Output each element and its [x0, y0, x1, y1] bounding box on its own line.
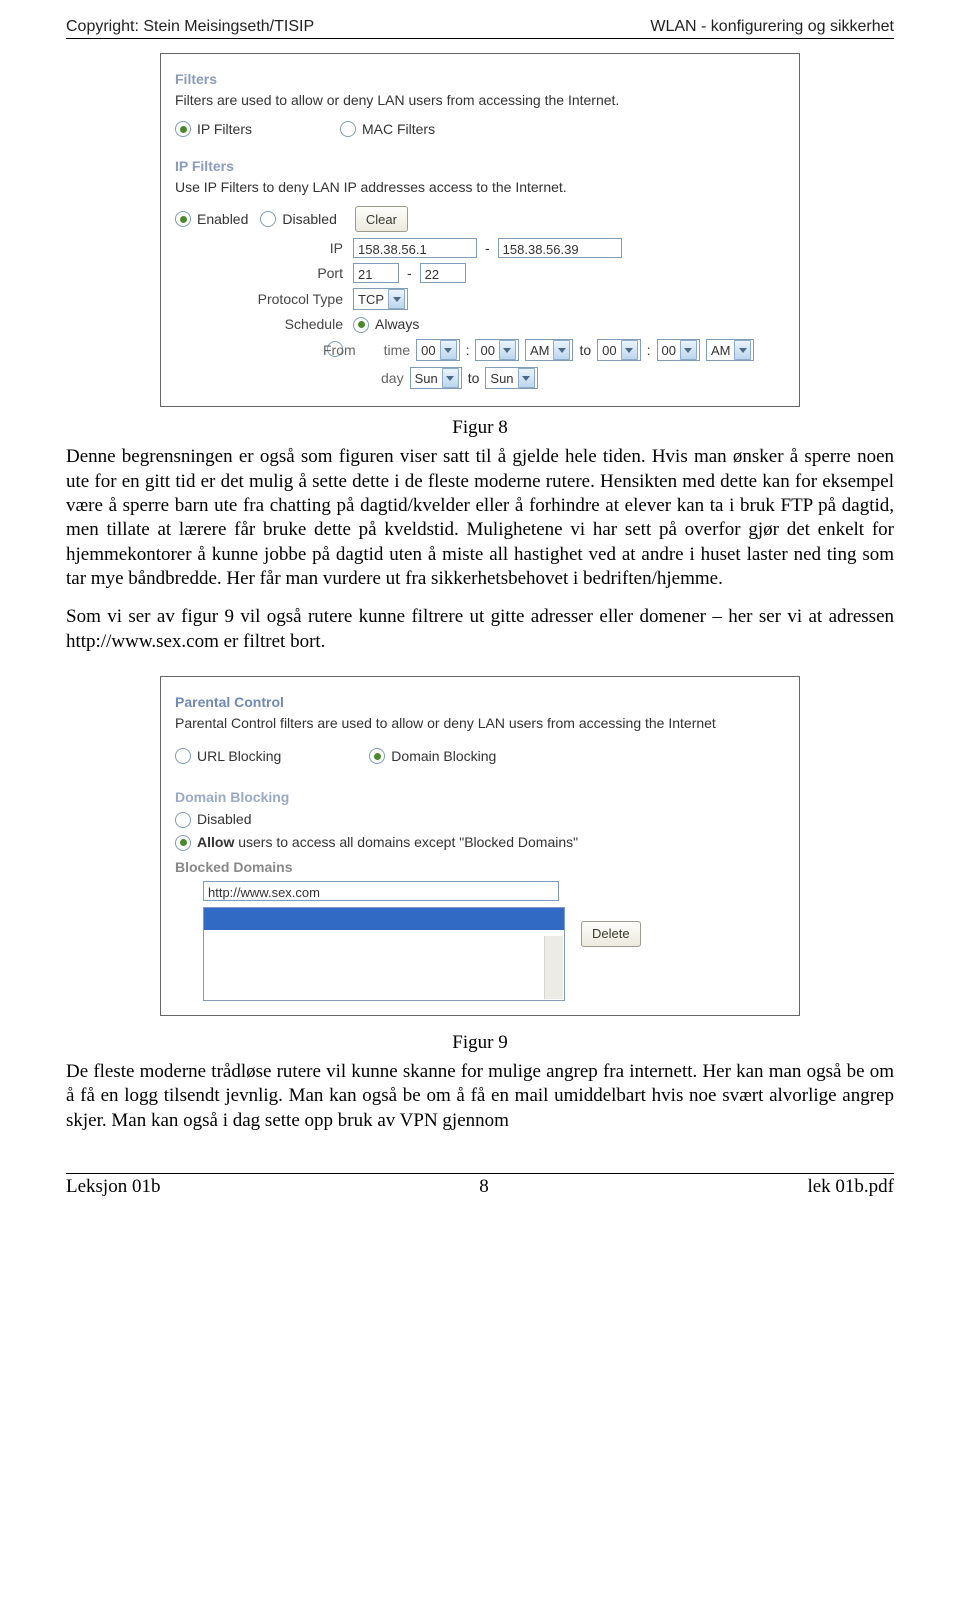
ip-to-input[interactable]: 158.38.56.39 — [498, 238, 622, 258]
always-radio[interactable]: Always — [353, 315, 419, 334]
filters-panel: Filters Filters are used to allow or den… — [160, 53, 800, 407]
time-h1-select[interactable]: 00 — [416, 339, 459, 361]
time-label: time — [384, 341, 410, 360]
radio-icon — [175, 121, 191, 137]
chevron-down-icon — [680, 340, 697, 360]
radio-icon — [175, 211, 191, 227]
to-label: to — [579, 341, 591, 360]
parental-title: Parental Control — [175, 693, 797, 712]
protocol-select[interactable]: TCP — [353, 288, 408, 310]
always-label: Always — [375, 315, 419, 334]
port-from-input[interactable]: 21 — [353, 263, 399, 283]
radio-icon — [369, 748, 385, 764]
db-disabled-label: Disabled — [197, 810, 251, 829]
ip-filters-radio[interactable]: IP Filters — [175, 120, 252, 139]
figure9-caption: Figur 9 — [66, 1032, 894, 1054]
header-left: Copyright: Stein Meisingseth/TISIP — [66, 18, 314, 36]
paragraph-1: Denne begrensningen er også som figuren … — [66, 445, 894, 591]
domain-blocking-label: Domain Blocking — [391, 747, 496, 766]
disabled-radio[interactable]: Disabled — [260, 210, 336, 229]
chevron-down-icon — [518, 368, 535, 388]
url-blocking-label: URL Blocking — [197, 747, 281, 766]
radio-icon — [340, 121, 356, 137]
allow-bold: Allow — [197, 834, 234, 850]
parental-desc: Parental Control filters are used to all… — [175, 714, 797, 733]
dash: - — [485, 239, 490, 258]
footer-left: Leksjon 01b — [66, 1176, 160, 1198]
footer-right: lek 01b.pdf — [807, 1176, 894, 1198]
chevron-down-icon — [499, 340, 516, 360]
protocol-label: Protocol Type — [175, 290, 353, 309]
enabled-radio[interactable]: Enabled — [175, 210, 248, 229]
chevron-down-icon — [621, 340, 638, 360]
ip-from-input[interactable]: 158.38.56.1 — [353, 238, 477, 258]
filters-desc: Filters are used to allow or deny LAN us… — [175, 91, 785, 110]
protocol-value: TCP — [358, 291, 384, 309]
radio-icon — [260, 211, 276, 227]
schedule-label: Schedule — [175, 315, 353, 334]
time-m1-select[interactable]: 00 — [475, 339, 518, 361]
ampm1-select[interactable]: AM — [525, 339, 574, 361]
day-label: day — [381, 369, 404, 388]
footer-rule — [66, 1173, 894, 1174]
blocked-domains-title: Blocked Domains — [175, 858, 797, 877]
enabled-label: Enabled — [197, 210, 248, 229]
parental-panel: Parental Control Parental Control filter… — [160, 676, 800, 1016]
time-m2-select[interactable]: 00 — [657, 339, 700, 361]
chevron-down-icon — [442, 368, 459, 388]
clear-button[interactable]: Clear — [355, 206, 408, 232]
db-allow-radio[interactable]: Allow users to access all domains except… — [175, 833, 578, 852]
day2-select[interactable]: Sun — [485, 367, 537, 389]
mac-filters-radio[interactable]: MAC Filters — [340, 120, 435, 139]
scrollbar[interactable] — [544, 936, 563, 999]
db-title: Domain Blocking — [175, 788, 797, 807]
blocked-domains-list[interactable] — [203, 907, 565, 1001]
disabled-label: Disabled — [282, 210, 336, 229]
ampm2-select[interactable]: AM — [706, 339, 755, 361]
ip-filters-label: IP Filters — [197, 120, 252, 139]
domain-input[interactable]: http://www.sex.com — [203, 881, 559, 901]
day1-select[interactable]: Sun — [410, 367, 462, 389]
doc-header: Copyright: Stein Meisingseth/TISIP WLAN … — [66, 18, 894, 36]
radio-icon — [175, 812, 191, 828]
footer-center: 8 — [479, 1176, 489, 1198]
to-label2: to — [468, 369, 480, 388]
header-rule — [66, 38, 894, 39]
ipfilters-desc: Use IP Filters to deny LAN IP addresses … — [175, 178, 785, 197]
domain-blocking-radio[interactable]: Domain Blocking — [369, 747, 496, 766]
allow-rest: users to access all domains except "Bloc… — [234, 834, 578, 850]
filters-title: Filters — [175, 70, 785, 89]
db-disabled-radio[interactable]: Disabled — [175, 810, 251, 829]
mac-filters-label: MAC Filters — [362, 120, 435, 139]
url-blocking-radio[interactable]: URL Blocking — [175, 747, 281, 766]
port-label: Port — [175, 264, 353, 283]
ipfilters-title: IP Filters — [175, 157, 785, 176]
chevron-down-icon — [553, 340, 570, 360]
paragraph-2: Som vi ser av figur 9 vil også rutere ku… — [66, 605, 894, 654]
chevron-down-icon — [388, 289, 405, 309]
list-item-selected[interactable] — [204, 908, 564, 930]
delete-button[interactable]: Delete — [581, 921, 641, 947]
radio-icon — [175, 748, 191, 764]
radio-icon — [175, 835, 191, 851]
ip-label: IP — [175, 239, 353, 258]
figure8-caption: Figur 8 — [66, 417, 894, 439]
chevron-down-icon — [440, 340, 457, 360]
dash2: - — [407, 264, 412, 283]
from-label: From — [323, 341, 356, 360]
paragraph-3: De fleste moderne trådløse rutere vil ku… — [66, 1060, 894, 1133]
header-right: WLAN - konfigurering og sikkerhet — [650, 18, 894, 36]
doc-footer: Leksjon 01b 8 lek 01b.pdf — [66, 1176, 894, 1198]
time-h2-select[interactable]: 00 — [597, 339, 640, 361]
radio-icon — [353, 317, 369, 333]
chevron-down-icon — [734, 340, 751, 360]
port-to-input[interactable]: 22 — [420, 263, 466, 283]
